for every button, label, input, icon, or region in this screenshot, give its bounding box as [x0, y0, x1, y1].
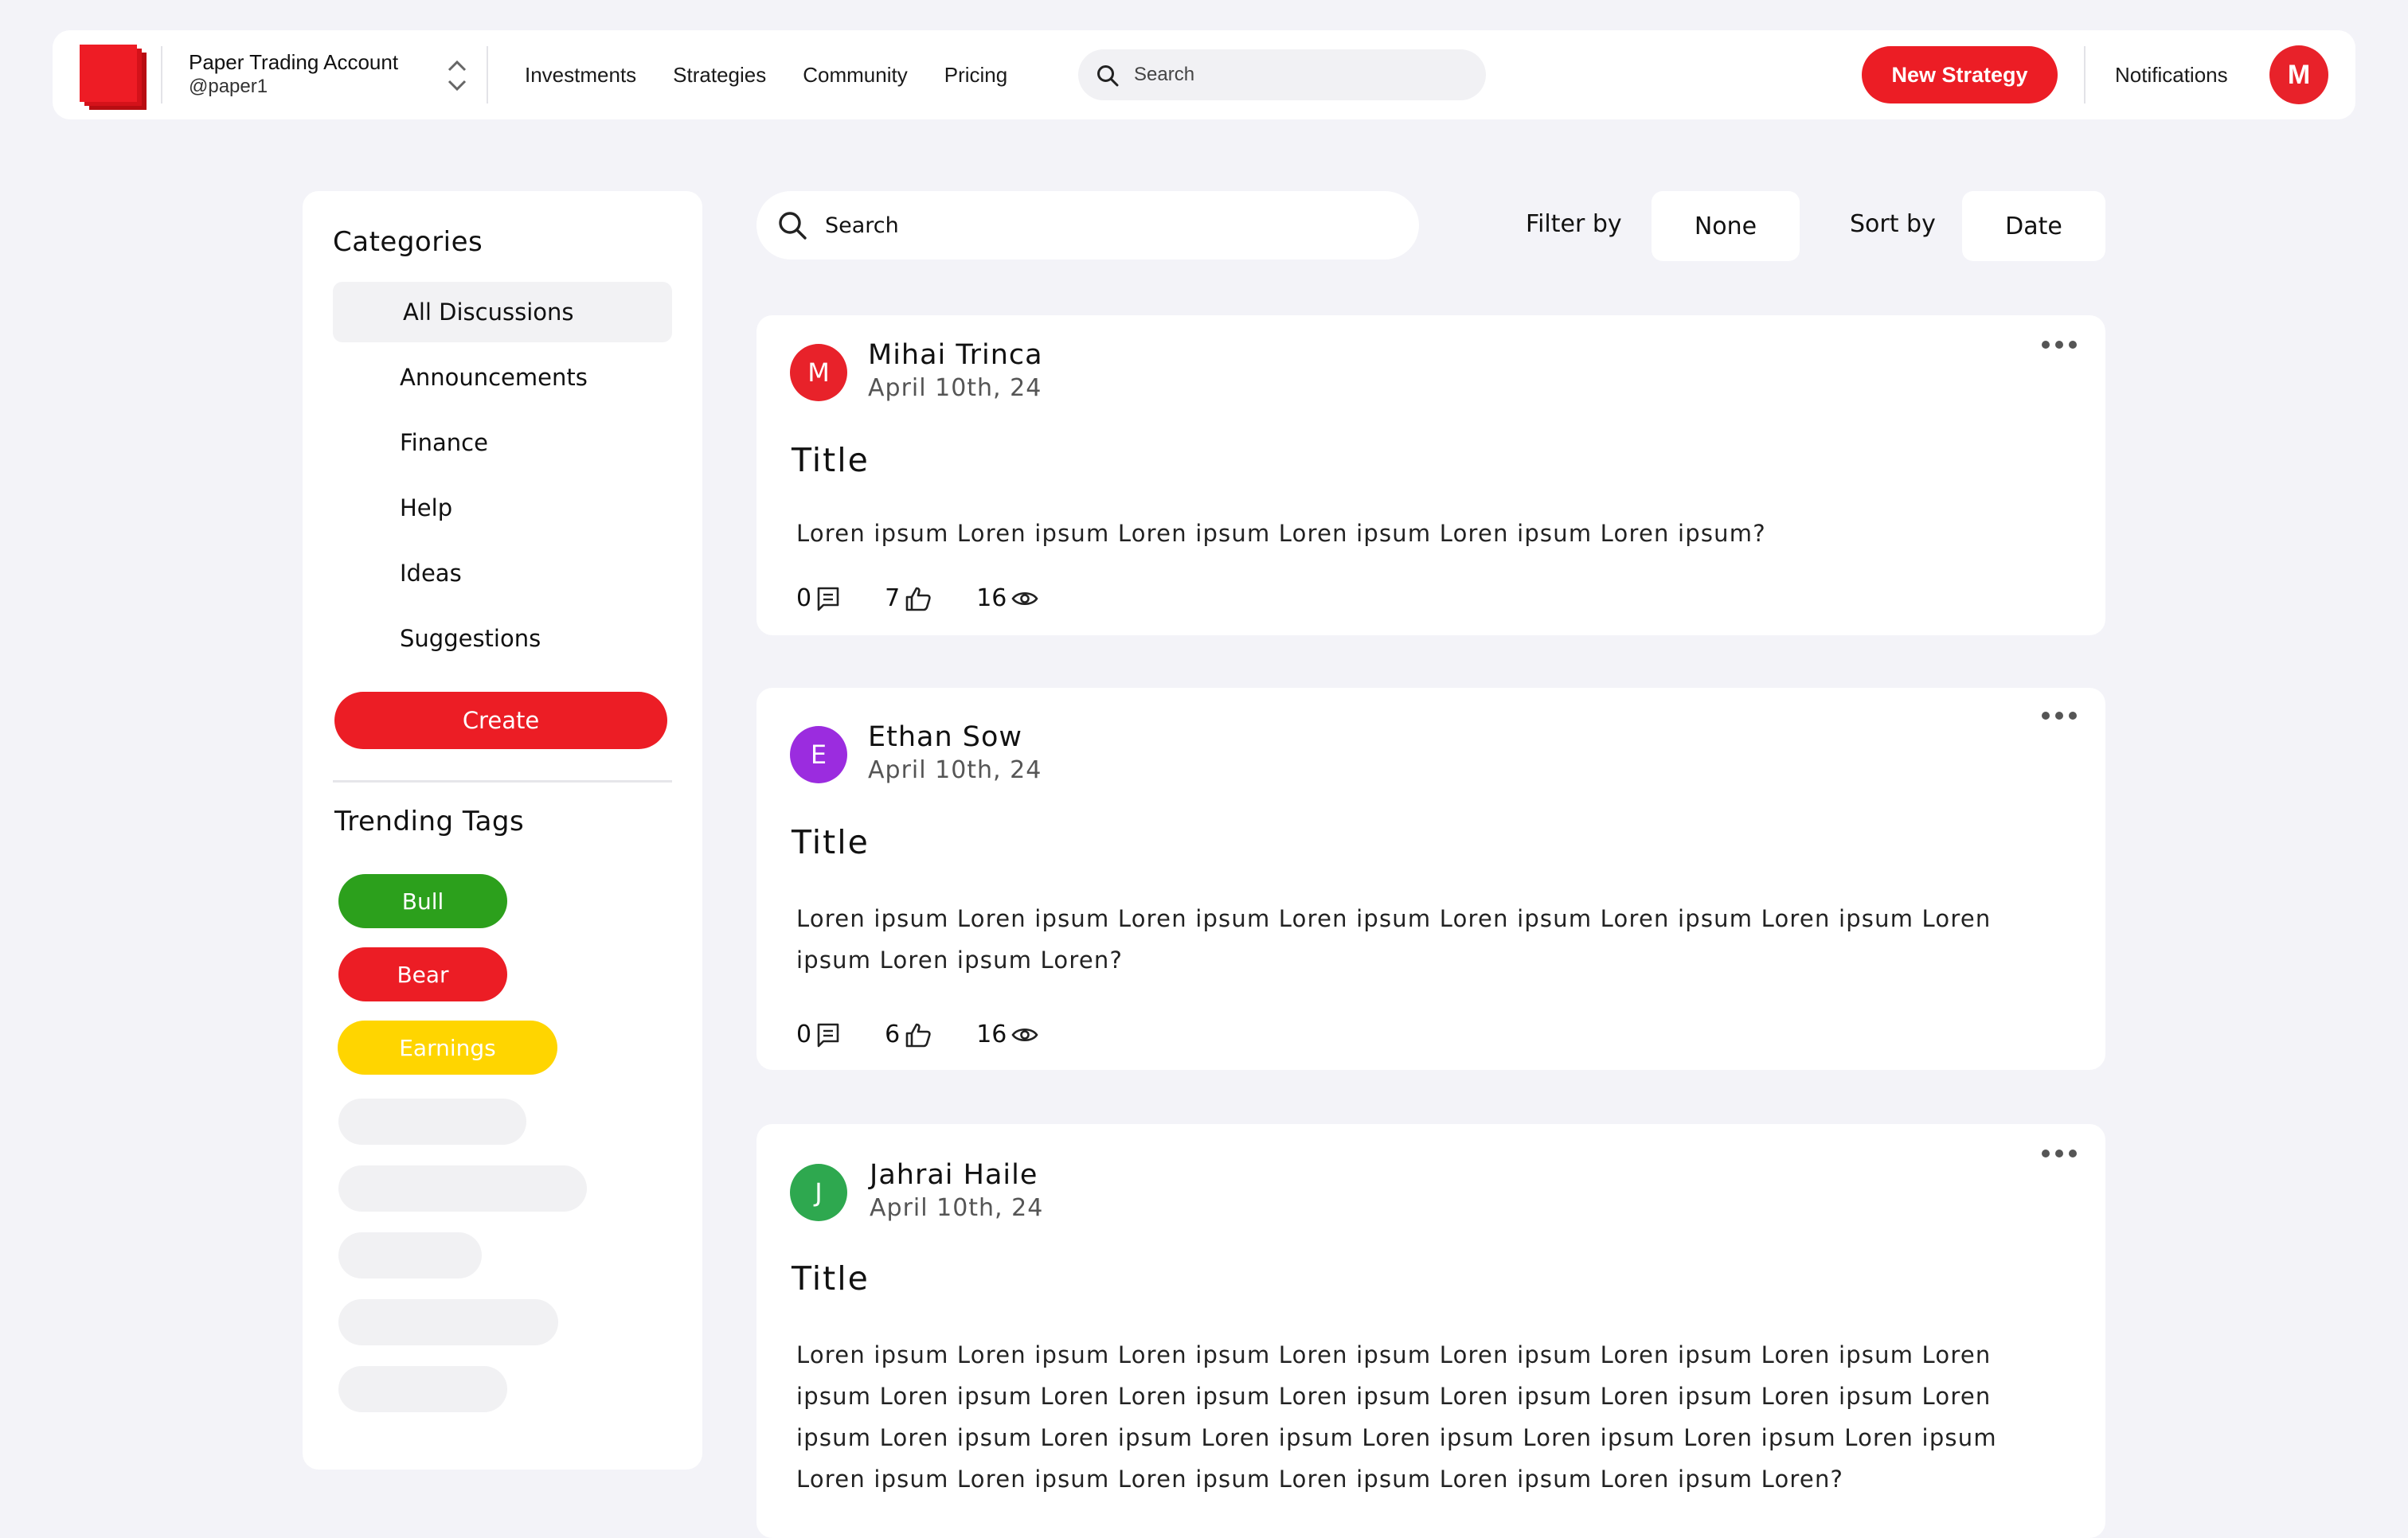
tag-earnings[interactable]: Earnings	[338, 1021, 557, 1075]
filter-dropdown[interactable]: None	[1652, 191, 1800, 261]
discussion-post[interactable]: E Ethan Sow April 10th, 24 Title Loren i…	[756, 688, 2105, 1070]
category-announcements[interactable]: Announcements	[333, 347, 672, 408]
comment-count: 0	[796, 1021, 812, 1048]
likes-stat[interactable]: 7	[885, 584, 932, 612]
divider	[487, 46, 488, 103]
account-switcher[interactable]: Paper Trading Account @paper1	[189, 49, 398, 99]
tag-placeholder	[338, 1232, 482, 1278]
discussion-search-input[interactable]	[823, 191, 1397, 260]
post-stats: 0 7 16	[796, 584, 1038, 612]
post-date: April 10th, 24	[868, 756, 1042, 784]
author-avatar[interactable]: M	[790, 344, 847, 401]
comments-stat[interactable]: 0	[796, 584, 840, 612]
discussion-post[interactable]: J Jahrai Haile April 10th, 24 Title Lore…	[756, 1124, 2105, 1538]
top-navigation-bar: Paper Trading Account @paper1 Investment…	[53, 30, 2355, 119]
divider	[333, 780, 672, 783]
thumbs-up-icon	[905, 586, 932, 611]
comment-icon	[816, 586, 840, 611]
eye-icon	[1011, 1025, 1038, 1044]
account-name: Paper Trading Account	[189, 50, 399, 74]
author-name[interactable]: Mihai Trinca	[868, 339, 1043, 371]
comment-icon	[816, 1022, 840, 1048]
comments-stat[interactable]: 0	[796, 1021, 840, 1048]
search-icon	[1096, 64, 1120, 88]
post-body: Loren ipsum Loren ipsum Loren ipsum Lore…	[796, 520, 1766, 547]
comment-count: 0	[796, 584, 812, 612]
view-count: 16	[976, 584, 1007, 612]
main-nav: Investments Strategies Community Pricing	[525, 61, 1007, 89]
post-title[interactable]: Title	[792, 1259, 870, 1298]
search-icon	[777, 210, 807, 240]
sort-label: Sort by	[1850, 210, 1936, 238]
more-options-icon[interactable]	[2040, 710, 2078, 721]
new-strategy-button[interactable]: New Strategy	[1862, 46, 2058, 103]
global-search-input[interactable]	[1132, 49, 1467, 100]
category-ideas[interactable]: Ideas	[333, 543, 672, 603]
categories-heading: Categories	[333, 226, 483, 258]
post-body: Loren ipsum Loren ipsum Loren ipsum Lore…	[796, 1341, 1997, 1493]
tag-placeholder	[338, 1366, 507, 1412]
discussion-post[interactable]: M Mihai Trinca April 10th, 24 Title Lore…	[756, 315, 2105, 635]
post-title[interactable]: Title	[792, 441, 870, 479]
author-avatar[interactable]: J	[790, 1164, 847, 1221]
author-name[interactable]: Jahrai Haile	[870, 1159, 1038, 1191]
post-date: April 10th, 24	[870, 1194, 1044, 1222]
category-all-discussions[interactable]: All Discussions	[333, 282, 672, 342]
post-body: Loren ipsum Loren ipsum Loren ipsum Lore…	[796, 905, 1992, 974]
notifications-link[interactable]: Notifications	[2115, 61, 2228, 89]
views-stat: 16	[976, 1021, 1038, 1048]
post-stats: 0 6 16	[796, 1021, 1038, 1048]
divider	[161, 46, 162, 103]
category-help[interactable]: Help	[333, 478, 672, 538]
sort-dropdown[interactable]: Date	[1962, 191, 2105, 261]
author-avatar[interactable]: E	[790, 726, 847, 783]
tag-placeholder	[338, 1099, 526, 1145]
eye-icon	[1011, 589, 1038, 608]
views-stat: 16	[976, 584, 1038, 612]
nav-community[interactable]: Community	[803, 61, 907, 89]
nav-investments[interactable]: Investments	[525, 61, 636, 89]
discussion-search	[756, 191, 1419, 260]
post-title[interactable]: Title	[792, 823, 870, 861]
category-suggestions[interactable]: Suggestions	[333, 608, 672, 669]
like-count: 7	[885, 584, 901, 612]
sidebar: Categories All Discussions Announcements…	[303, 191, 702, 1470]
more-options-icon[interactable]	[2040, 1148, 2078, 1159]
view-count: 16	[976, 1021, 1007, 1048]
divider	[2084, 46, 2086, 103]
like-count: 6	[885, 1021, 901, 1048]
tag-placeholder	[338, 1165, 587, 1212]
nav-pricing[interactable]: Pricing	[944, 61, 1007, 89]
thumbs-up-icon	[905, 1022, 932, 1048]
account-handle: @paper1	[189, 76, 268, 97]
trending-tags-heading: Trending Tags	[334, 806, 525, 837]
filter-label: Filter by	[1526, 210, 1622, 238]
tag-bear[interactable]: Bear	[338, 947, 507, 1001]
category-finance[interactable]: Finance	[333, 412, 672, 473]
likes-stat[interactable]: 6	[885, 1021, 932, 1048]
post-date: April 10th, 24	[868, 374, 1042, 402]
app-logo[interactable]	[80, 45, 147, 110]
create-button[interactable]: Create	[334, 692, 667, 749]
author-name[interactable]: Ethan Sow	[868, 721, 1022, 753]
more-options-icon[interactable]	[2040, 339, 2078, 350]
nav-strategies[interactable]: Strategies	[673, 61, 766, 89]
tag-bull[interactable]: Bull	[338, 874, 507, 928]
tag-placeholder	[338, 1299, 558, 1345]
user-avatar[interactable]: M	[2269, 45, 2328, 104]
global-search	[1078, 49, 1486, 100]
chevron-up-down-icon[interactable]	[443, 56, 471, 96]
